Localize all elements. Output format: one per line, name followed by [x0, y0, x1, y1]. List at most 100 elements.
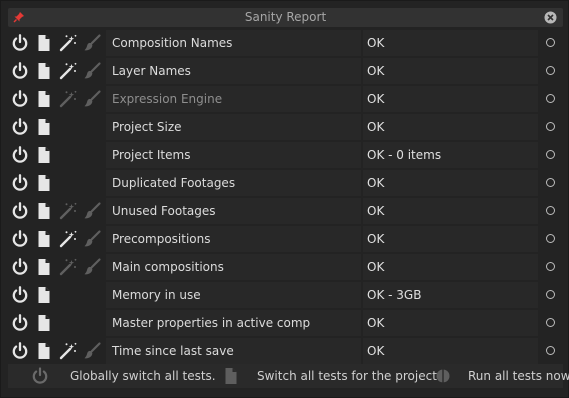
test-name: Memory in use — [106, 282, 361, 308]
power-icon[interactable] — [10, 33, 30, 53]
test-name: Project Size — [106, 114, 361, 140]
power-icon[interactable] — [10, 341, 30, 361]
test-name: Master properties in active comp — [106, 310, 361, 336]
magic-wand-icon[interactable] — [58, 229, 78, 249]
document-icon[interactable] — [34, 229, 54, 249]
test-name: Main compositions — [106, 254, 361, 280]
document-icon[interactable] — [34, 173, 54, 193]
magic-wand-icon[interactable] — [58, 201, 78, 221]
test-row: Unused Footages OK — [8, 197, 563, 225]
switch-all-tests-label: Globally switch all tests. — [70, 369, 216, 383]
test-status: OK — [363, 254, 538, 280]
document-icon[interactable] — [34, 341, 54, 361]
test-status: OK - 3GB — [363, 282, 538, 308]
brush-icon[interactable] — [82, 229, 102, 249]
document-icon — [221, 366, 241, 386]
footer-toolbar: Globally switch all tests. Switch all te… — [8, 364, 569, 388]
test-row: Main compositions OK — [8, 253, 563, 281]
status-indicator-icon[interactable] — [546, 150, 555, 159]
test-status: OK — [363, 338, 538, 364]
brush-icon[interactable] — [82, 33, 102, 53]
power-icon[interactable] — [10, 61, 30, 81]
test-row: Expression Engine OK — [8, 85, 563, 113]
test-status: OK — [363, 198, 538, 224]
document-icon[interactable] — [34, 257, 54, 277]
status-indicator-icon[interactable] — [546, 206, 555, 215]
test-row: Project Items OK - 0 items — [8, 141, 563, 169]
status-indicator-icon[interactable] — [546, 178, 555, 187]
test-name: Project Items — [106, 142, 361, 168]
test-row: Time since last save OK — [8, 337, 563, 365]
test-row: Master properties in active comp OK — [8, 309, 563, 337]
close-icon[interactable] — [544, 11, 557, 24]
test-status: OK — [363, 170, 538, 196]
document-icon[interactable] — [34, 89, 54, 109]
document-icon[interactable] — [34, 285, 54, 305]
run-all-tests-label: Run all tests now. — [468, 369, 569, 383]
power-icon[interactable] — [10, 313, 30, 333]
sanity-report-window: Sanity Report Composition Names OK Layer N… — [0, 0, 569, 398]
document-icon[interactable] — [34, 313, 54, 333]
status-indicator-icon[interactable] — [546, 318, 555, 327]
brush-icon[interactable] — [82, 89, 102, 109]
power-icon[interactable] — [10, 229, 30, 249]
test-row: Project Size OK — [8, 113, 563, 141]
window-title: Sanity Report — [244, 10, 327, 24]
status-indicator-icon[interactable] — [546, 290, 555, 299]
document-icon[interactable] — [34, 33, 54, 53]
title-bar[interactable]: Sanity Report — [8, 8, 563, 27]
document-icon[interactable] — [34, 117, 54, 137]
test-name: Time since last save — [106, 338, 361, 364]
status-indicator-icon[interactable] — [546, 66, 555, 75]
power-icon[interactable] — [10, 285, 30, 305]
magic-wand-icon[interactable] — [58, 89, 78, 109]
magic-wand-icon[interactable] — [58, 61, 78, 81]
power-icon[interactable] — [10, 117, 30, 137]
test-status: OK — [363, 226, 538, 252]
power-icon[interactable] — [10, 173, 30, 193]
power-icon[interactable] — [10, 145, 30, 165]
brush-icon[interactable] — [82, 341, 102, 361]
test-status: OK — [363, 310, 538, 336]
test-name: Layer Names — [106, 58, 361, 84]
magic-wand-icon[interactable] — [58, 33, 78, 53]
magic-wand-icon[interactable] — [58, 257, 78, 277]
switch-project-tests-button[interactable]: Switch all tests for the project. — [213, 364, 441, 388]
document-icon[interactable] — [34, 201, 54, 221]
test-name: Precompositions — [106, 226, 361, 252]
brush-icon[interactable] — [82, 61, 102, 81]
status-indicator-icon[interactable] — [546, 94, 555, 103]
magic-wand-icon[interactable] — [58, 341, 78, 361]
status-indicator-icon[interactable] — [546, 38, 555, 47]
power-icon[interactable] — [10, 201, 30, 221]
test-row: Layer Names OK — [8, 57, 563, 85]
switch-all-tests-button[interactable]: Globally switch all tests. — [8, 364, 216, 388]
test-row: Memory in use OK - 3GB — [8, 281, 563, 309]
power-icon[interactable] — [10, 89, 30, 109]
status-indicator-icon[interactable] — [546, 346, 555, 355]
brush-icon[interactable] — [82, 201, 102, 221]
test-name: Duplicated Footages — [106, 170, 361, 196]
run-all-tests-button[interactable]: Run all tests now. — [423, 364, 569, 388]
brush-icon[interactable] — [82, 257, 102, 277]
document-icon[interactable] — [34, 145, 54, 165]
status-indicator-icon[interactable] — [546, 122, 555, 131]
test-status: OK — [363, 58, 538, 84]
test-name: Expression Engine — [106, 86, 361, 112]
test-name: Composition Names — [106, 30, 361, 56]
test-row: Duplicated Footages OK — [8, 169, 563, 197]
half-circle-icon — [433, 366, 453, 386]
status-indicator-icon[interactable] — [546, 234, 555, 243]
test-name: Unused Footages — [106, 198, 361, 224]
test-list: Composition Names OK Layer Names OK Expressi… — [8, 29, 563, 365]
document-icon[interactable] — [34, 61, 54, 81]
power-icon[interactable] — [10, 257, 30, 277]
power-icon — [30, 366, 50, 386]
test-status: OK — [363, 86, 538, 112]
test-row: Precompositions OK — [8, 225, 563, 253]
test-row: Composition Names OK — [8, 29, 563, 57]
test-status: OK - 0 items — [363, 142, 538, 168]
test-status: OK — [363, 30, 538, 56]
switch-project-tests-label: Switch all tests for the project. — [257, 369, 441, 383]
status-indicator-icon[interactable] — [546, 262, 555, 271]
